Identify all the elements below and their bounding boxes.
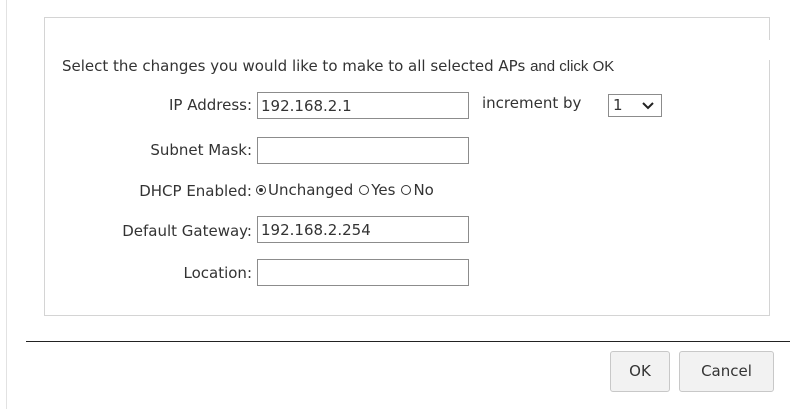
panel-gap (750, 40, 790, 60)
radio-unchecked-icon (359, 185, 370, 195)
instructions-main: Select the changes you would like to mak… (62, 57, 526, 75)
ip-address-label: IP Address: (168, 96, 252, 114)
radio-checked-icon (256, 185, 266, 195)
left-border (6, 0, 7, 409)
footer-divider (26, 341, 790, 342)
instructions-text: Select the changes you would like to mak… (62, 57, 614, 75)
ok-button[interactable]: OK (610, 351, 670, 392)
dhcp-enabled-label: DHCP Enabled: (139, 182, 252, 200)
ap-bulk-edit-dialog: Select the changes you would like to mak… (0, 0, 800, 409)
increment-by-label: increment by (482, 94, 582, 112)
default-gateway-label: Default Gateway: (122, 222, 252, 240)
dhcp-option-no-label: No (413, 181, 434, 199)
cancel-button[interactable]: Cancel (679, 351, 774, 392)
location-input[interactable] (257, 259, 469, 286)
dhcp-option-no[interactable]: No (401, 181, 434, 199)
subnet-mask-label: Subnet Mask: (150, 141, 252, 159)
location-label: Location: (183, 264, 253, 282)
instructions-tail: and click OK (530, 58, 615, 75)
dhcp-radio-group: Unchanged Yes No (256, 181, 440, 199)
subnet-mask-input[interactable] (257, 137, 469, 164)
ip-address-input[interactable] (257, 92, 469, 119)
dhcp-option-unchanged-label: Unchanged (268, 181, 354, 199)
increment-select-value: 1 (613, 96, 623, 114)
dhcp-option-yes-label: Yes (371, 181, 396, 199)
chevron-down-icon (642, 102, 654, 110)
dhcp-option-yes[interactable]: Yes (359, 181, 395, 199)
dhcp-option-unchanged[interactable]: Unchanged (256, 181, 353, 199)
default-gateway-input[interactable] (257, 216, 469, 243)
increment-select[interactable]: 1 (608, 94, 662, 117)
radio-unchecked-icon (401, 185, 412, 195)
